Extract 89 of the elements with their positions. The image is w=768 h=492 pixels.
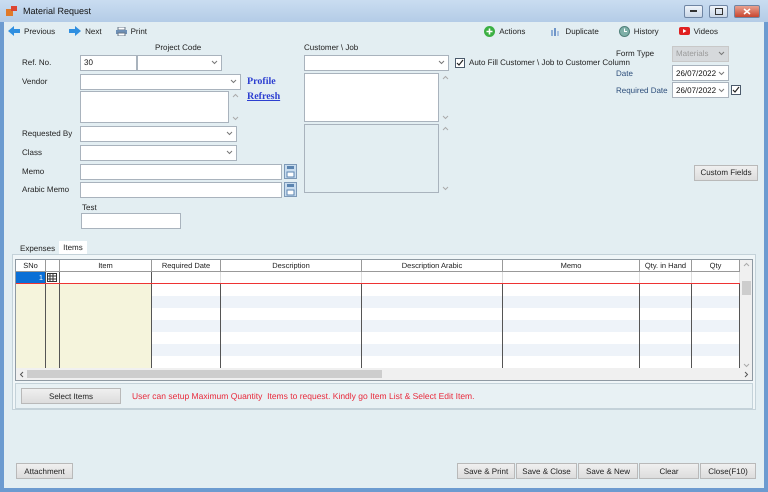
table-cell — [640, 296, 692, 308]
maximize-button[interactable] — [709, 4, 728, 18]
field-label: Memo — [22, 167, 46, 176]
checkbox[interactable] — [731, 85, 741, 95]
scrollbar-thumb[interactable] — [742, 281, 750, 295]
footer-button[interactable]: Close(F10) — [700, 463, 756, 479]
app-icon — [6, 6, 17, 16]
table-cell — [16, 356, 46, 368]
left-arrow-icon — [8, 26, 20, 36]
text-area[interactable] — [304, 124, 439, 193]
input-field[interactable] — [81, 213, 181, 229]
table-cell — [640, 344, 692, 356]
dropdown-field[interactable] — [80, 126, 237, 142]
toolbar-button[interactable]: Print — [116, 26, 148, 36]
attachment-button[interactable]: Attachment — [16, 463, 73, 479]
dropdown-field[interactable]: 26/07/2022 — [672, 65, 729, 81]
window-title: Material Request — [23, 6, 92, 16]
footer-button[interactable]: Save & New — [578, 463, 638, 479]
table-cell — [16, 284, 46, 296]
table-cell — [46, 284, 60, 296]
footer-button[interactable]: Save & Print — [457, 463, 515, 479]
table-cell — [152, 344, 221, 356]
chevron-icon — [718, 70, 725, 76]
field-label: Form Type — [616, 49, 656, 58]
printer-icon — [116, 26, 127, 36]
table-cell — [46, 356, 60, 368]
minimize-icon — [690, 10, 697, 12]
field-label: Requested By — [22, 129, 74, 138]
refresh-link[interactable]: Refresh — [247, 91, 280, 102]
footer-button[interactable]: Clear — [639, 463, 699, 479]
chevron-icon — [211, 60, 218, 65]
table-cell — [152, 320, 221, 332]
dropdown-field[interactable] — [304, 54, 449, 70]
close-icon — [743, 8, 751, 14]
field-label: Arabic Memo — [22, 185, 70, 194]
play-icon — [678, 27, 690, 35]
chevron-icon — [438, 60, 445, 65]
footer-button[interactable]: Save & Close — [516, 463, 577, 479]
close-button[interactable] — [734, 4, 760, 18]
table-cell — [152, 296, 221, 308]
field-label: Required Date — [616, 86, 669, 94]
right-arrow-icon — [69, 26, 82, 36]
toolbar-button[interactable]: History — [618, 26, 659, 36]
info-message: User can setup Maximum Quantity Items to request. Kindly go Item List & Select Edit Item. — [132, 391, 474, 401]
chevron-icon — [230, 79, 237, 84]
input-field[interactable] — [80, 164, 282, 180]
dropdown-field[interactable]: 26/07/2022 — [672, 82, 729, 98]
field-label: Vendor — [22, 77, 48, 86]
chevron-icon — [718, 51, 725, 56]
toolbar-button[interactable]: Previous — [8, 26, 56, 36]
input-field[interactable] — [80, 182, 282, 198]
text-area[interactable] — [80, 91, 229, 123]
field-label: Test — [82, 202, 97, 212]
dropdown-field[interactable] — [80, 74, 241, 90]
checkbox[interactable] — [455, 58, 465, 68]
grid-icon[interactable] — [47, 273, 57, 282]
input-field[interactable]: 30 — [80, 54, 137, 70]
text-area[interactable] — [304, 73, 439, 122]
tab[interactable]: Expenses — [16, 243, 60, 254]
field-label: Ref. No. — [22, 58, 52, 67]
toolbar-button[interactable]: Videos — [678, 26, 718, 36]
field-label: Customer \ Job — [304, 43, 358, 52]
select-items-button[interactable]: Select Items — [21, 388, 121, 404]
dropdown-field[interactable] — [80, 144, 237, 160]
minimize-button[interactable] — [684, 4, 703, 18]
check-icon — [732, 86, 740, 94]
calculator-icon[interactable] — [284, 182, 297, 197]
tab[interactable]: Items — [59, 241, 87, 254]
checkbox-label: Auto Fill Customer \ Job to Customer Column — [469, 58, 630, 67]
toolbar-button[interactable]: Next — [69, 26, 102, 36]
plus-icon — [484, 26, 496, 36]
field-label: Class — [22, 148, 44, 157]
table-cell — [640, 320, 692, 332]
maximize-icon — [714, 8, 722, 14]
field-label: Date — [616, 68, 634, 78]
custom-fields-button[interactable]: Custom Fields — [694, 164, 758, 180]
toolbar-button[interactable]: Duplicate — [551, 26, 599, 36]
chevron-icon — [226, 150, 233, 155]
field-label: Project Code — [155, 43, 202, 52]
calculator-icon[interactable] — [284, 164, 297, 179]
chevron-icon — [718, 88, 725, 92]
clock-icon — [618, 26, 630, 36]
bar-chart-icon — [551, 26, 562, 36]
dropdown-field[interactable] — [137, 54, 222, 70]
scrollbar-thumb[interactable] — [27, 370, 382, 378]
toolbar-button[interactable]: Actions — [484, 26, 526, 36]
check-icon — [456, 58, 464, 66]
chevron-icon — [226, 131, 233, 136]
profile-link[interactable]: Profile — [247, 76, 276, 87]
